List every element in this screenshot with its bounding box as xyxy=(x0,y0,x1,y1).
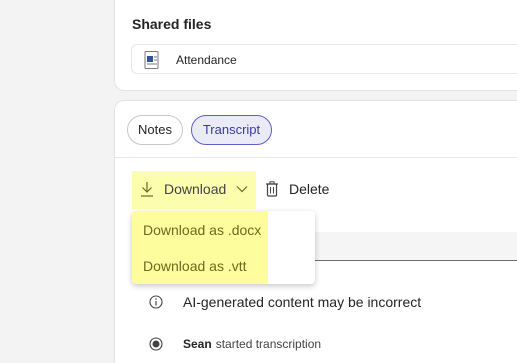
record-icon xyxy=(149,337,163,351)
word-document-icon xyxy=(144,51,159,69)
chevron-down-icon xyxy=(236,186,248,193)
delete-button-label: Delete xyxy=(289,181,330,197)
transcript-event: Sean started transcription xyxy=(149,337,321,351)
download-button-label: Download xyxy=(164,181,227,197)
shared-file-name: Attendance xyxy=(176,53,237,67)
menu-item-download-docx[interactable]: Download as .docx xyxy=(143,222,261,238)
event-user: Sean xyxy=(183,337,212,351)
trash-icon xyxy=(266,181,278,197)
tab-notes[interactable]: Notes xyxy=(127,115,183,145)
event-action: started transcription xyxy=(215,337,322,351)
shared-files-title: Shared files xyxy=(132,16,212,32)
shared-file-row[interactable]: Attendance xyxy=(131,44,517,74)
transcript-search-field[interactable] xyxy=(315,232,517,261)
shared-files-card: Shared files Attendance xyxy=(114,0,517,91)
menu-item-download-vtt[interactable]: Download as .vtt xyxy=(143,258,247,274)
info-icon xyxy=(149,295,163,309)
tab-transcript[interactable]: Transcript xyxy=(191,115,272,145)
download-menu: Download as .docx Download as .vtt xyxy=(132,211,315,284)
download-button[interactable]: Download xyxy=(140,178,248,200)
tabs-divider xyxy=(115,157,517,158)
download-icon xyxy=(141,182,153,197)
ai-notice: AI-generated content may be incorrect xyxy=(149,294,421,310)
delete-button[interactable]: Delete xyxy=(265,178,329,200)
ai-notice-text: AI-generated content may be incorrect xyxy=(183,294,422,310)
